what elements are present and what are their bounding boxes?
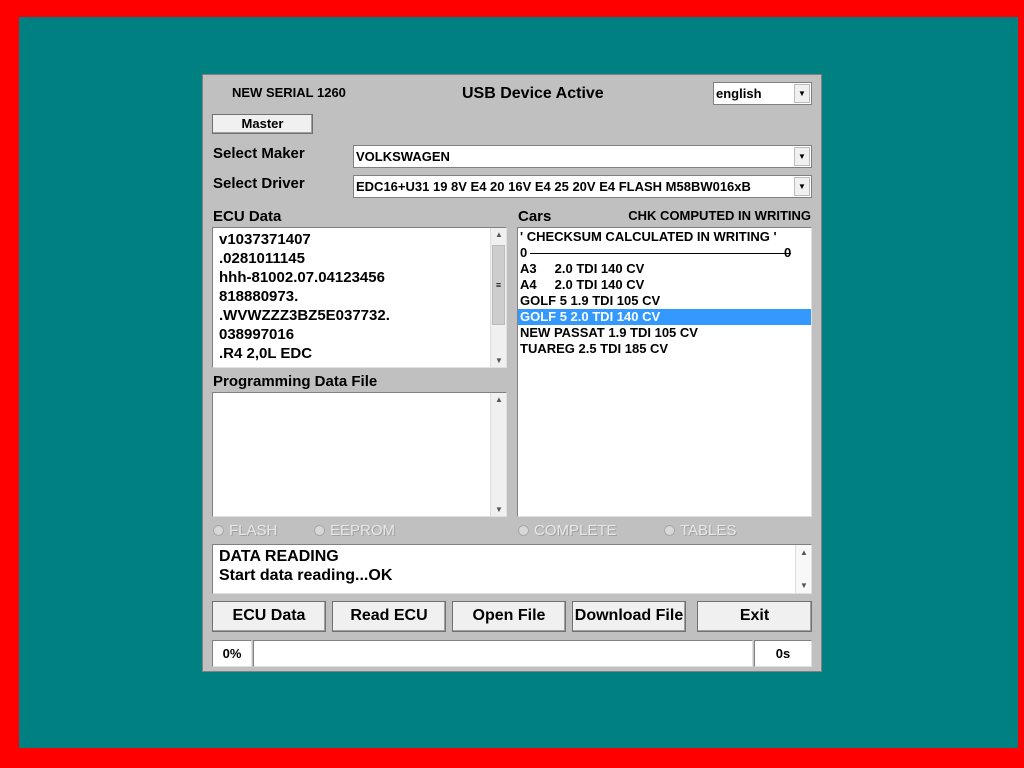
download-file-button[interactable]: Download File [572,601,686,632]
maker-select[interactable]: VOLKSWAGEN ▼ [353,145,812,168]
radio-complete[interactable]: COMPLETE [518,522,617,539]
driver-select[interactable]: EDC16+U31 19 8V E4 20 16V E4 25 20V E4 F… [353,175,812,198]
chevron-down-icon: ▼ [794,84,810,103]
progress-bar [253,640,753,667]
car-item[interactable]: TUAREG 2.5 TDI 185 CV [518,341,811,357]
ecu-line: 818880973. [219,288,299,305]
programming-file-textarea[interactable]: ▲ ▼ [212,392,507,517]
scroll-up-icon[interactable]: ▲ [491,230,507,239]
maker-label: Select Maker [213,145,305,162]
divider-row: 00 [518,245,811,261]
ecu-line: .WVWZZZ3BZ5E037732. [219,307,390,324]
radio-icon [664,525,675,536]
read-ecu-button[interactable]: Read ECU [332,601,446,632]
master-button[interactable]: Master [212,114,313,134]
ecu-line: hhh-81002.07.04123456 [219,269,385,286]
scroll-thumb[interactable]: ≡ [492,245,505,325]
scroll-down-icon[interactable]: ▼ [796,581,812,590]
ecu-data-textarea[interactable]: v1037371407 .0281011145 hhh-81002.07.041… [212,227,507,368]
prog-scrollbar[interactable]: ▲ ▼ [490,393,506,516]
radio-icon [314,525,325,536]
radio-eeprom[interactable]: EEPROM [314,522,395,539]
cars-list[interactable]: ' CHECKSUM CALCULATED IN WRITING ' 00 A3… [517,227,812,517]
scroll-down-icon[interactable]: ▼ [491,505,507,514]
radio-flash-label: FLASH [229,522,278,539]
radio-eeprom-label: EEPROM [330,522,396,539]
chevron-down-icon: ▼ [794,177,810,196]
car-item[interactable]: NEW PASSAT 1.9 TDI 105 CV [518,325,811,341]
car-item-selected[interactable]: GOLF 5 2.0 TDI 140 CV [518,309,811,325]
scroll-up-icon[interactable]: ▲ [796,548,812,557]
app-window: NEW SERIAL 1260 USB Device Active englis… [202,74,822,672]
language-value: english [716,86,762,101]
elapsed-time: 0s [754,640,812,667]
log-line: DATA READING [219,548,339,565]
driver-value: EDC16+U31 19 8V E4 20 16V E4 25 20V E4 F… [356,179,751,194]
cars-label: Cars [518,208,552,225]
exit-button[interactable]: Exit [697,601,812,632]
divider-right: 0 [784,245,792,260]
log-line: Start data reading...OK [219,567,393,584]
divider-line [530,253,791,254]
chevron-down-icon: ▼ [794,147,810,166]
radio-tables-label: TABLES [680,522,737,539]
serial-label: NEW SERIAL 1260 [232,85,346,100]
scroll-down-icon[interactable]: ▼ [491,356,507,365]
radio-icon [518,525,529,536]
scroll-up-icon[interactable]: ▲ [491,395,507,404]
radio-complete-label: COMPLETE [534,522,617,539]
ecu-line: v1037371407 [219,231,311,248]
radio-tables[interactable]: TABLES [664,522,736,539]
car-item[interactable]: ' CHECKSUM CALCULATED IN WRITING ' [518,229,811,245]
ecu-data-label: ECU Data [213,208,282,225]
car-item[interactable]: A3 2.0 TDI 140 CV [518,261,811,277]
ecu-line: 038997016 [219,326,295,343]
log-scrollbar[interactable]: ▲ ▼ [795,545,811,593]
log-textarea[interactable]: DATA READING Start data reading...OK ▲ ▼ [212,544,812,594]
language-select[interactable]: english ▼ [713,82,812,105]
radio-icon [213,525,224,536]
ecu-data-button[interactable]: ECU Data [212,601,326,632]
maker-value: VOLKSWAGEN [356,149,450,164]
programming-file-label: Programming Data File [213,373,378,390]
divider-left: 0 [520,245,528,260]
open-file-button[interactable]: Open File [452,601,566,632]
ecu-line: .0281011145 [219,250,305,267]
car-item[interactable]: A4 2.0 TDI 140 CV [518,277,811,293]
ecu-scrollbar[interactable]: ▲ ≡ ▼ [490,228,506,367]
ecu-line: .R4 2,0L EDC [219,345,313,362]
chk-note: CHK COMPUTED IN WRITING [628,208,811,223]
car-item[interactable]: GOLF 5 1.9 TDI 105 CV [518,293,811,309]
driver-label: Select Driver [213,175,305,192]
device-status: USB Device Active [462,85,604,102]
progress-percent: 0% [212,640,252,667]
radio-flash[interactable]: FLASH [213,522,277,539]
